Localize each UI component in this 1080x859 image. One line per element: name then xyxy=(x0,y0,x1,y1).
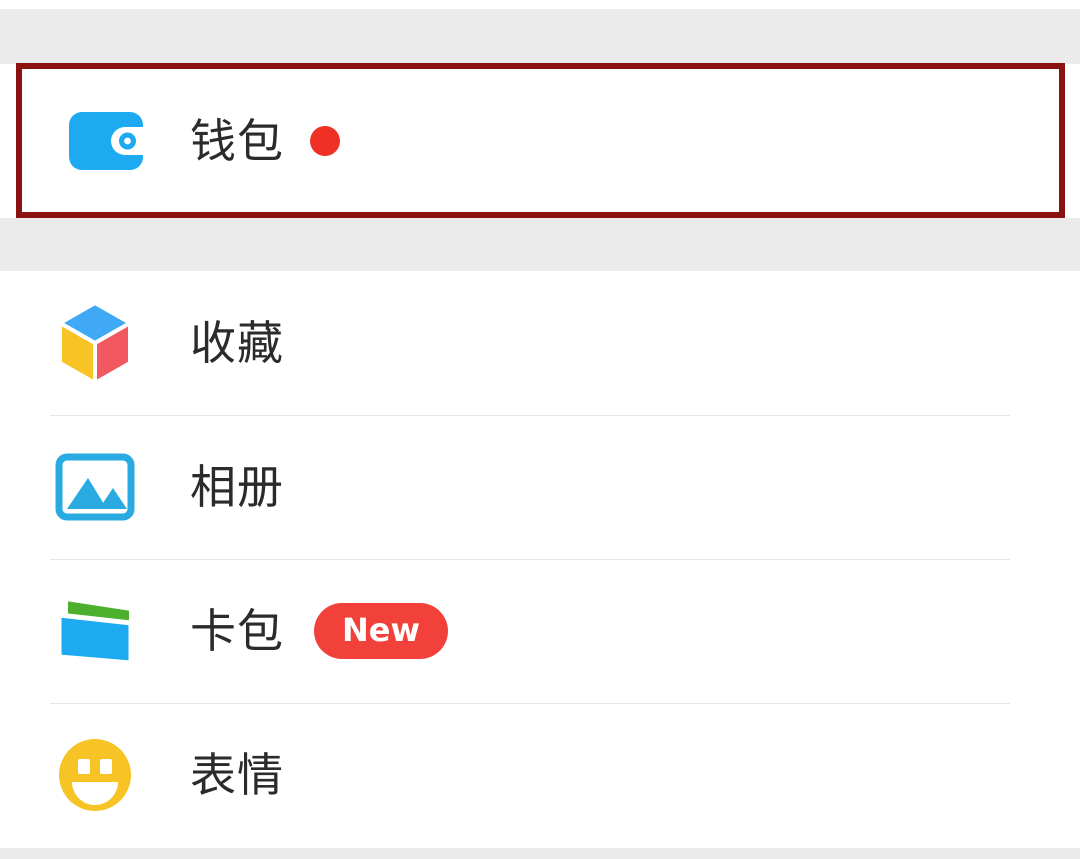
list-item-wallet[interactable]: 钱包 xyxy=(22,69,1059,212)
top-white-sliver xyxy=(0,0,1080,9)
list-item-label: 钱包 xyxy=(190,113,284,168)
list-item-card-package[interactable]: 卡包 New xyxy=(0,559,1080,703)
list-item-emoji[interactable]: 表情 xyxy=(0,703,1080,847)
list-item-label: 相册 xyxy=(190,460,284,514)
wallet-icon xyxy=(67,110,145,172)
bottom-section-gap xyxy=(0,848,1080,859)
card-package-icon xyxy=(53,593,137,669)
emoji-smiley-icon xyxy=(56,736,134,814)
photo-album-icon xyxy=(55,453,135,521)
list-item-label: 卡包 xyxy=(190,604,284,658)
new-badge: New xyxy=(314,603,449,659)
settings-list: 收藏 相册 卡包 New 表情 xyxy=(0,271,1080,847)
wallet-icon-slot xyxy=(22,110,190,172)
album-icon-slot xyxy=(0,453,190,521)
list-item-album[interactable]: 相册 xyxy=(0,415,1080,559)
phone-screen: 钱包 收藏 相册 卡包 New 表情 xyxy=(0,0,1080,859)
list-item-label: 表情 xyxy=(190,748,284,802)
list-item-label: 收藏 xyxy=(190,316,284,370)
favorites-icon-slot xyxy=(0,301,190,385)
favorites-cube-icon xyxy=(56,301,134,385)
section-gap xyxy=(0,218,1080,271)
emoji-icon-slot xyxy=(0,736,190,814)
card-package-icon-slot xyxy=(0,593,190,669)
red-dot-badge xyxy=(310,125,340,156)
list-item-favorites[interactable]: 收藏 xyxy=(0,271,1080,415)
top-section-gap xyxy=(0,9,1080,64)
